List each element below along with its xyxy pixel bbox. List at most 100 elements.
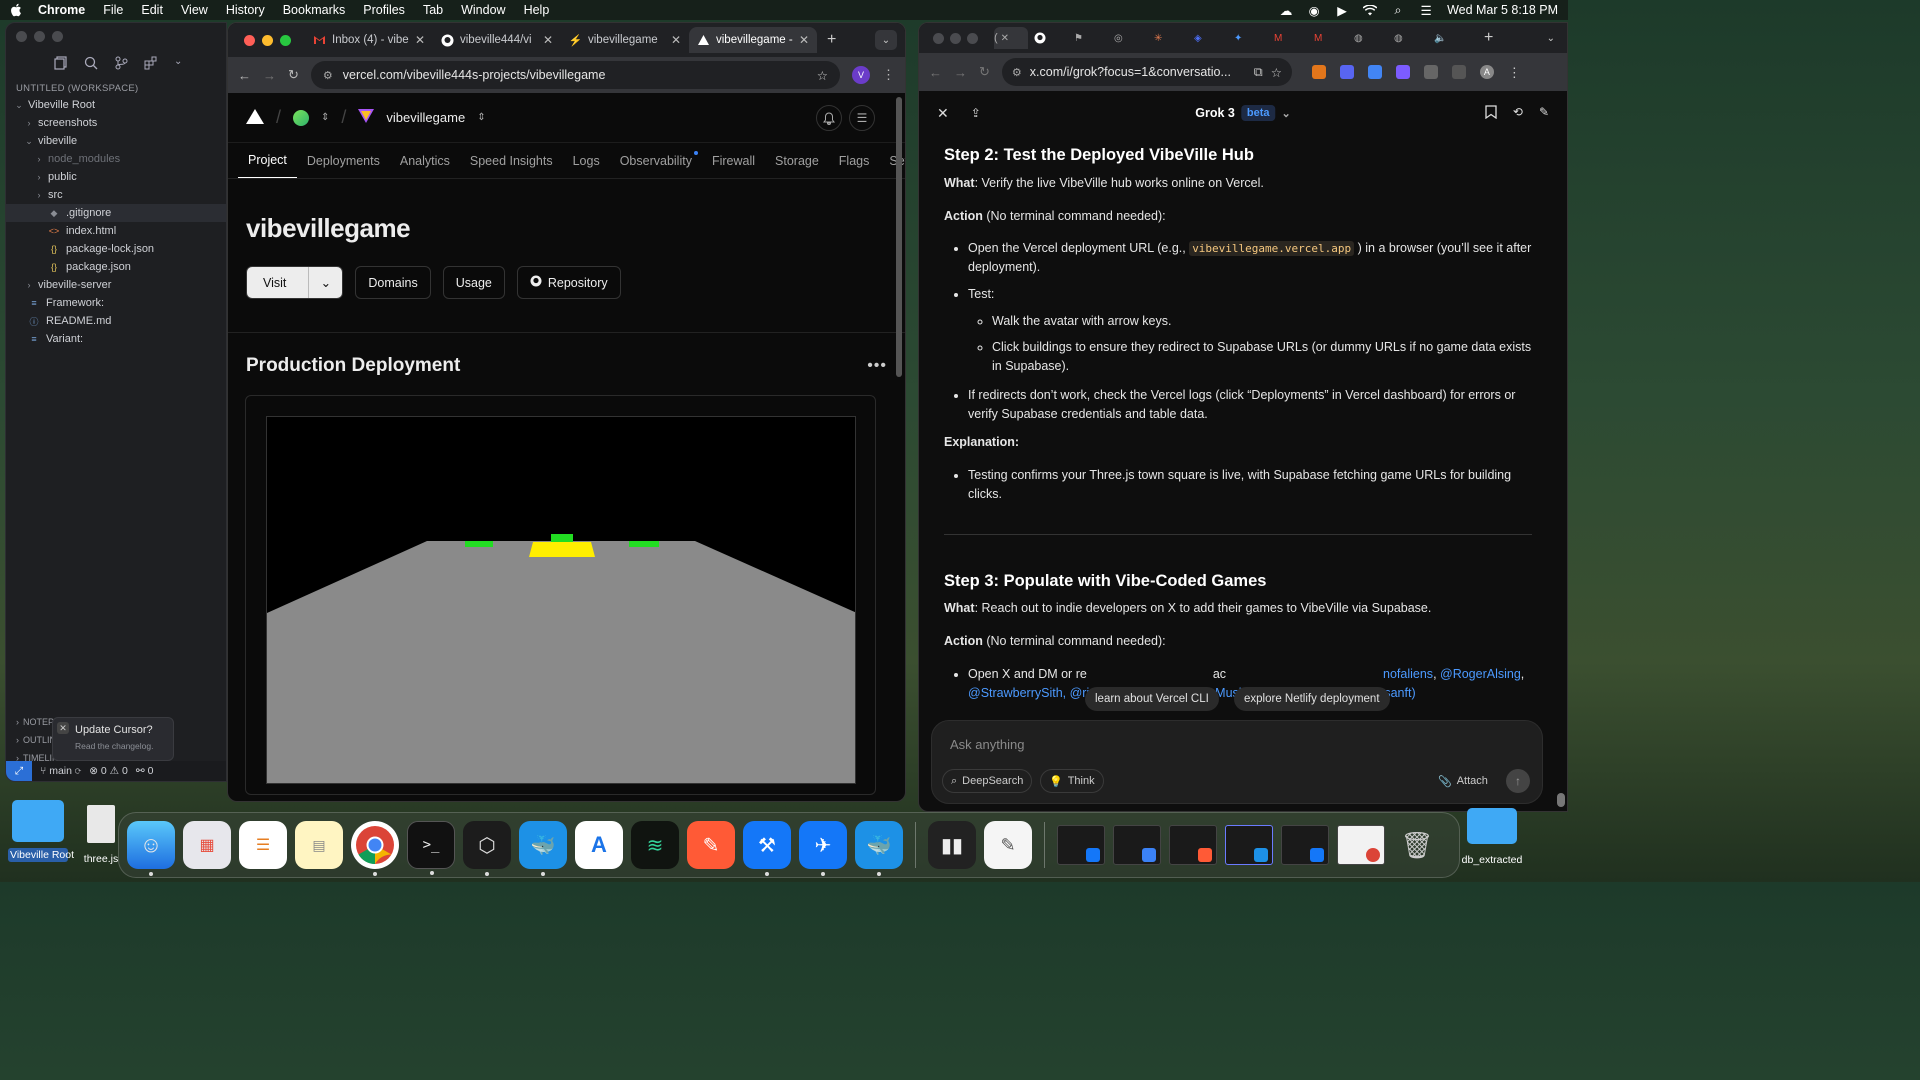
profile-avatar[interactable]: A bbox=[1479, 65, 1494, 79]
chevron-right-icon[interactable]: › bbox=[24, 118, 34, 128]
tab-search-icon[interactable]: ⌄ bbox=[875, 30, 897, 50]
tree-item[interactable]: ⓘ README.md bbox=[6, 312, 226, 330]
inline-code[interactable]: vibevillegame.vercel.app bbox=[1189, 241, 1355, 257]
share-icon[interactable]: ⇪ bbox=[971, 106, 981, 120]
tab-chrome-2[interactable]: ◍ bbox=[1394, 27, 1428, 49]
docker-icon[interactable]: 🐳 bbox=[519, 821, 567, 876]
suggestion-netlify[interactable]: explore Netlify deployment bbox=[1234, 687, 1390, 711]
back-icon[interactable]: ← bbox=[238, 68, 251, 83]
tab-grok[interactable]: (✕ bbox=[994, 27, 1028, 49]
usage-button[interactable]: Usage bbox=[442, 266, 505, 299]
tree-item[interactable]: ≡ Variant: bbox=[6, 330, 226, 348]
close-tab-icon[interactable]: ✕ bbox=[1001, 33, 1009, 44]
audio-meter-icon[interactable]: ▮▮ bbox=[928, 821, 976, 869]
address-url[interactable]: vercel.com/vibeville444s-projects/vibevi… bbox=[343, 68, 807, 82]
extension-purple-icon[interactable] bbox=[1395, 65, 1410, 79]
docker-desktop-icon[interactable]: 🐳 bbox=[855, 821, 903, 876]
tree-item[interactable]: <> index.html bbox=[6, 222, 226, 240]
close-tab-icon[interactable]: ✕ bbox=[543, 33, 553, 47]
minimized-window[interactable] bbox=[1281, 825, 1329, 865]
window-close-button[interactable] bbox=[244, 34, 255, 46]
team-avatar-icon[interactable] bbox=[293, 109, 310, 126]
menu-history[interactable]: History bbox=[226, 3, 265, 17]
menu-profiles[interactable]: Profiles bbox=[363, 3, 405, 17]
tab-gmail[interactable]: Inbox (4) - vibe ✕ bbox=[305, 27, 433, 53]
reload-icon[interactable]: ↻ bbox=[288, 67, 299, 83]
translate-extension-icon[interactable] bbox=[1367, 65, 1382, 79]
kebab-menu-icon[interactable]: ⋮ bbox=[1508, 65, 1522, 80]
tab-openai[interactable]: ◎ bbox=[1114, 27, 1148, 49]
tab-vibevillegame-vercel[interactable]: vibevillegame - ✕ bbox=[689, 27, 817, 53]
notes-icon[interactable]: ▤ bbox=[295, 821, 343, 869]
desktop-folder-db-extracted[interactable]: db_extracted bbox=[1452, 808, 1532, 866]
install-app-icon[interactable]: ⧉ bbox=[1254, 65, 1263, 80]
window-zoom-button[interactable] bbox=[280, 34, 291, 46]
page-scrollbar[interactable] bbox=[1557, 793, 1565, 807]
tree-item[interactable]: {} package-lock.json bbox=[6, 240, 226, 258]
branch-status[interactable]: ⑂ main ⟳ bbox=[40, 765, 81, 777]
close-tab-icon[interactable]: ✕ bbox=[671, 33, 681, 47]
minimized-window[interactable] bbox=[1337, 825, 1385, 865]
new-tab-button[interactable]: + bbox=[827, 31, 836, 49]
reload-icon[interactable]: ↻ bbox=[979, 64, 990, 80]
tab-github[interactable] bbox=[1034, 27, 1068, 49]
play-circle-icon[interactable]: ▶ bbox=[1335, 3, 1349, 18]
visit-button[interactable]: Visit ⌄ bbox=[246, 266, 344, 299]
window-zoom-button[interactable] bbox=[967, 32, 978, 44]
nav-speed-insights[interactable]: Speed Insights bbox=[460, 143, 563, 178]
spotlight-search-icon[interactable]: ⌕ bbox=[1391, 3, 1405, 17]
extension-blue-icon[interactable] bbox=[1339, 65, 1354, 79]
minimized-window[interactable] bbox=[1057, 825, 1105, 865]
ports-status[interactable]: ⚯ 0 bbox=[136, 765, 154, 777]
window-minimize-button[interactable] bbox=[950, 32, 961, 44]
more-options-icon[interactable]: ••• bbox=[867, 357, 887, 375]
launchpad-icon[interactable]: ▦ bbox=[183, 821, 231, 869]
new-tab-button[interactable]: + bbox=[1484, 29, 1493, 47]
menu-view[interactable]: View bbox=[181, 3, 208, 17]
extensions-puzzle-icon[interactable] bbox=[1423, 65, 1438, 79]
menu-help[interactable]: Help bbox=[524, 3, 550, 17]
deepsearch-button[interactable]: ⌕ DeepSearch bbox=[942, 769, 1033, 793]
problems-status[interactable]: ⊗ 0 ⚠ 0 bbox=[89, 765, 128, 777]
menu-edit[interactable]: Edit bbox=[141, 3, 163, 17]
send-button[interactable]: ↑ bbox=[1506, 769, 1530, 793]
user-circle-icon[interactable]: ◉ bbox=[1307, 3, 1321, 18]
back-icon[interactable]: ← bbox=[929, 65, 942, 80]
tree-item[interactable]: › screenshots bbox=[6, 114, 226, 132]
bookmark-star-icon[interactable]: ☆ bbox=[1271, 65, 1282, 80]
simulator-icon[interactable]: ✈ bbox=[799, 821, 847, 876]
update-changelog-link[interactable]: Read the changelog. bbox=[75, 741, 165, 751]
menu-clock[interactable]: Wed Mar 5 8:18 PM bbox=[1447, 3, 1558, 17]
forward-icon[interactable]: → bbox=[263, 68, 276, 83]
window-close-button[interactable] bbox=[16, 30, 27, 42]
tree-item[interactable]: {} package.json bbox=[6, 258, 226, 276]
window-close-button[interactable] bbox=[933, 32, 944, 44]
search-icon[interactable] bbox=[84, 56, 98, 70]
history-icon[interactable]: ⟲ bbox=[1513, 105, 1523, 122]
xcode-icon[interactable]: ⚒ bbox=[743, 821, 791, 876]
deployment-preview[interactable] bbox=[266, 416, 856, 784]
tree-item[interactable]: ⌄ vibeville bbox=[6, 132, 226, 150]
page-scrollbar[interactable] bbox=[896, 97, 902, 377]
reading-list-icon[interactable] bbox=[1451, 65, 1466, 79]
window-zoom-button[interactable] bbox=[52, 30, 63, 42]
nav-storage[interactable]: Storage bbox=[765, 143, 829, 178]
chevron-down-icon[interactable]: ⌄ bbox=[14, 100, 24, 111]
tab-flag[interactable]: ⚑ bbox=[1074, 27, 1108, 49]
finder-icon[interactable]: ☺ bbox=[127, 821, 175, 876]
tab-extension[interactable]: ◈ bbox=[1194, 27, 1228, 49]
address-bar[interactable]: ⚙ x.com/i/grok?focus=1&conversatio... ⧉ … bbox=[1001, 58, 1292, 86]
tree-item[interactable]: ⌄ Vibeville Root bbox=[6, 96, 226, 114]
mention-link[interactable]: @RogerAlsing bbox=[1440, 667, 1521, 681]
chevron-right-icon[interactable]: › bbox=[24, 280, 34, 290]
nav-observability[interactable]: Observability bbox=[610, 143, 702, 178]
close-tab-icon[interactable]: ✕ bbox=[799, 33, 809, 47]
window-minimize-button[interactable] bbox=[34, 30, 45, 42]
chevron-down-icon[interactable]: ⌄ bbox=[24, 136, 34, 147]
minimized-window[interactable] bbox=[1113, 825, 1161, 865]
menu-tab[interactable]: Tab bbox=[423, 3, 443, 17]
wifi-icon[interactable] bbox=[1363, 3, 1378, 17]
site-info-icon[interactable]: ⚙ bbox=[1012, 66, 1022, 79]
tab-gemini[interactable]: ✦ bbox=[1234, 27, 1268, 49]
window-minimize-button[interactable] bbox=[262, 34, 273, 46]
